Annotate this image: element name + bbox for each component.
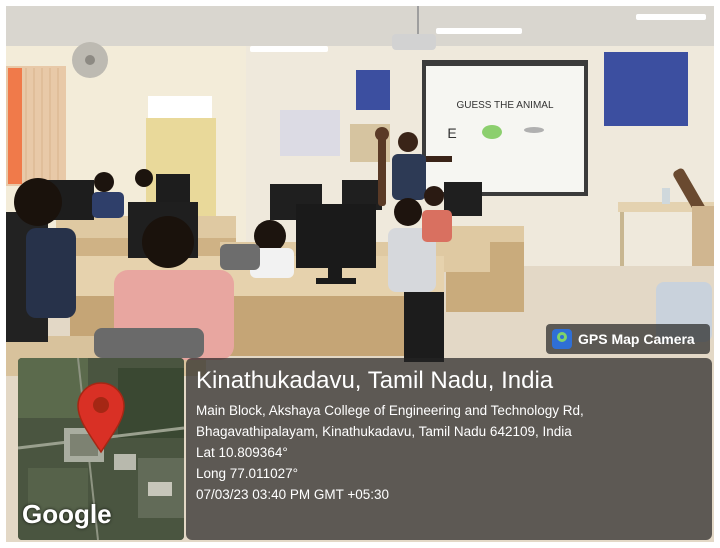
google-logo: Google (22, 499, 112, 529)
gps-map-camera-icon (552, 329, 572, 349)
location-info-panel: Kinathukadavu, Tamil Nadu, India Main Bl… (186, 358, 712, 540)
timestamp-text: 07/03/23 03:40 PM GMT +05:30 (196, 487, 390, 502)
location-title: Kinathukadavu, Tamil Nadu, India (196, 367, 554, 394)
address-line-1: Main Block, Akshaya College of Engineeri… (196, 403, 584, 418)
longitude-text: Long 77.011027° (196, 466, 298, 481)
photo-frame: GUESS THE ANIMAL E GPS Map Camera Google… (6, 6, 714, 542)
projector-letter: E (447, 125, 456, 141)
watermark-app-name: GPS Map Camera (578, 331, 695, 347)
map-thumbnail: Google (18, 358, 184, 540)
projector-title: GUESS THE ANIMAL (456, 100, 554, 111)
gps-camera-watermark: GPS Map Camera (546, 324, 710, 354)
latitude-text: Lat 10.809364° (196, 445, 288, 460)
address-line-2: Bhagavathipalayam, Kinathukadavu, Tamil … (196, 424, 572, 439)
